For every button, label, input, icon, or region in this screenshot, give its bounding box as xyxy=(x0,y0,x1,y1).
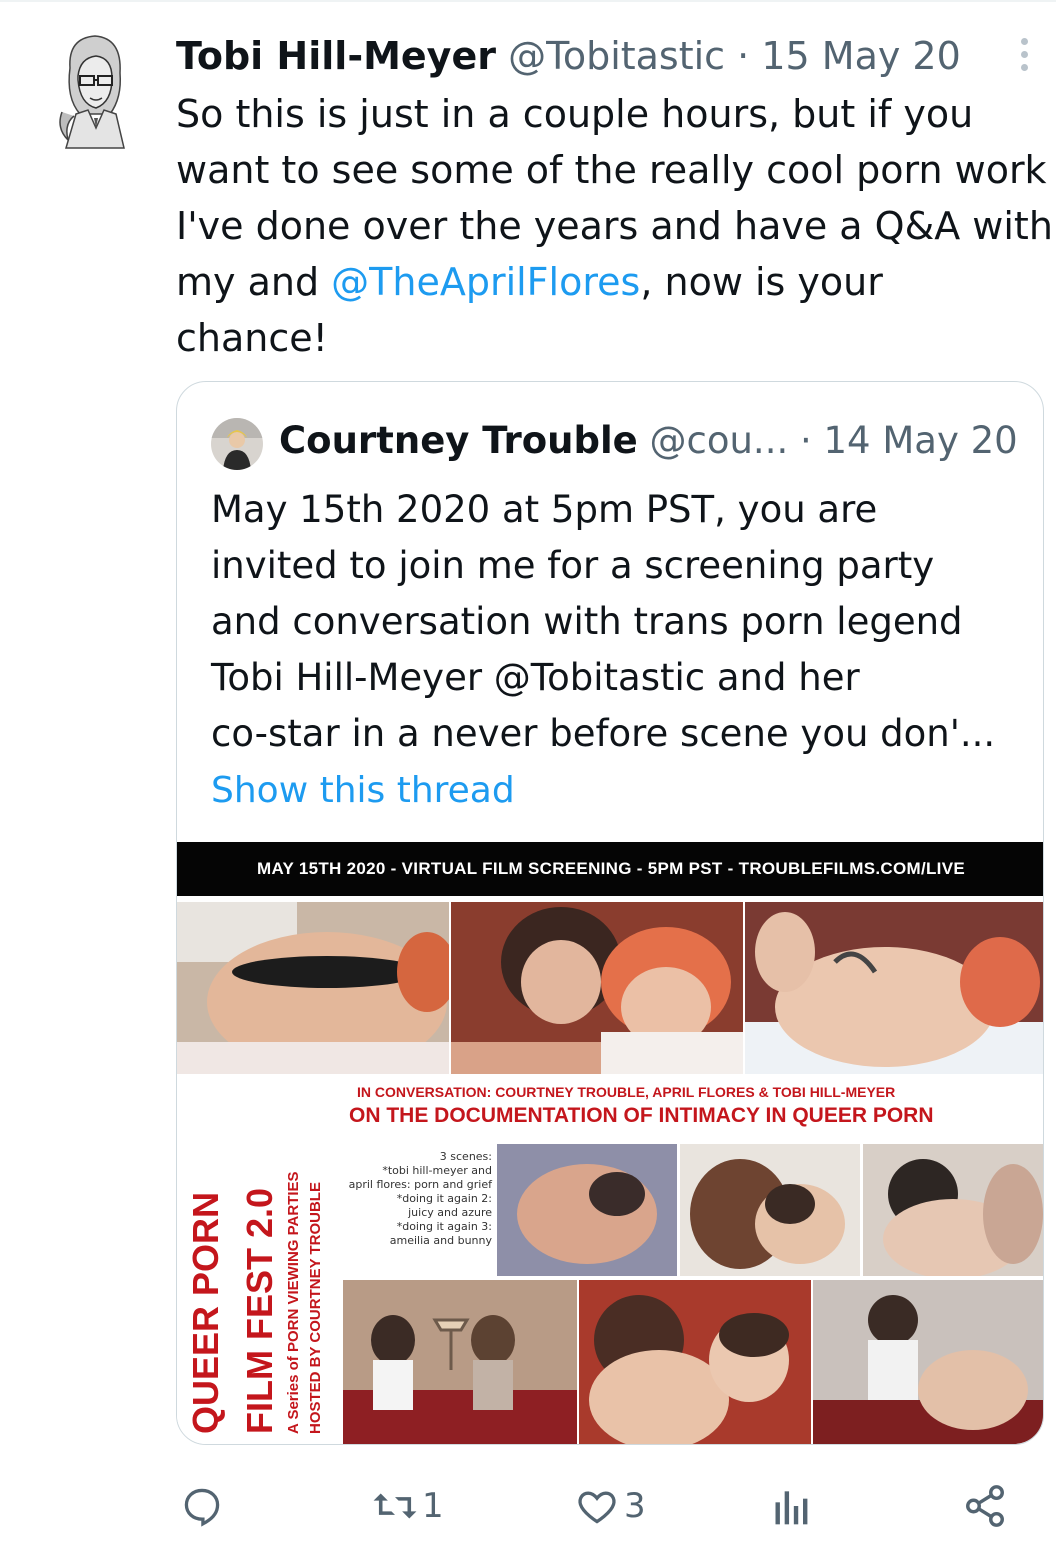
scene-line: ameilia and bunny xyxy=(389,1234,492,1247)
photo-panel xyxy=(579,1280,811,1444)
quoted-author-avatar[interactable] xyxy=(211,418,263,470)
poster-banner: MAY 15TH 2020 - VIRTUAL FILM SCREENING -… xyxy=(177,842,1043,896)
photo-panel xyxy=(177,902,449,1074)
tweet-date[interactable]: 15 May 20 xyxy=(761,34,960,78)
quoted-header-separator: · xyxy=(799,419,812,462)
analytics-icon xyxy=(772,1484,812,1528)
quoted-tweet-header: Courtney Trouble @cou... · 14 May 20 xyxy=(279,416,1018,466)
analytics-button[interactable] xyxy=(772,1478,812,1534)
poster-headline: ON THE DOCUMENTATION OF INTIMACY IN QUEE… xyxy=(349,1104,934,1127)
poster-body: QUEER PORN FILM FEST 2.0 A Series of POR… xyxy=(177,1074,1043,1444)
photo-panel xyxy=(863,1144,1043,1276)
photo-panel xyxy=(813,1280,1043,1444)
scene-line: *tobi hill-meyer and xyxy=(382,1164,492,1177)
scene-line: april flores: porn and grief xyxy=(348,1178,492,1191)
like-count: 3 xyxy=(624,1486,646,1526)
like-button[interactable]: 3 xyxy=(574,1478,646,1534)
tweet-header: Tobi Hill-Meyer @Tobitastic · 15 May 20 xyxy=(176,30,961,82)
quoted-tweet-date[interactable]: 14 May 20 xyxy=(824,419,1018,462)
photo-panel xyxy=(343,1280,577,1444)
photo-panel xyxy=(497,1144,677,1276)
author-name[interactable]: Tobi Hill-Meyer xyxy=(176,34,496,78)
quoted-text-line: co-star in a never before scene you don'… xyxy=(211,712,996,755)
share-icon xyxy=(962,1483,1008,1529)
header-separator: · xyxy=(737,34,750,78)
reply-button[interactable] xyxy=(180,1478,224,1534)
photo-panel xyxy=(451,902,743,1074)
tweet-action-bar: 1 3 xyxy=(0,1478,1056,1534)
reply-icon xyxy=(180,1484,224,1528)
scene-line: *doing it again 2: xyxy=(396,1192,492,1205)
scene-line: *doing it again 3: xyxy=(396,1220,492,1233)
share-button[interactable] xyxy=(962,1478,1008,1534)
author-handle[interactable]: @Tobitastic xyxy=(508,34,725,78)
retweet-icon xyxy=(370,1484,420,1528)
tweet-text-line: want to see some of the really cool porn… xyxy=(176,148,1047,192)
tweet-text-line: my and @TheAprilFlores, now is your xyxy=(176,254,1056,310)
quoted-text-line: Tobi Hill-Meyer @Tobitastic and her xyxy=(211,656,860,699)
mention-link[interactable]: @TheAprilFlores xyxy=(331,260,640,304)
quoted-text-line: invited to join me for a screening party xyxy=(211,544,935,587)
tweet-text-line: chance! xyxy=(176,316,328,360)
tweet-text: So this is just in a couple hours, but i… xyxy=(176,86,1056,366)
quoted-author-handle[interactable]: @cou... xyxy=(650,419,789,462)
poster-scenes-list: 3 scenes: *tobi hill-meyer and april flo… xyxy=(337,1150,492,1248)
poster-subtitle-line1: A Series of PORN VIEWING PARTIES xyxy=(285,1171,302,1434)
quoted-author-name[interactable]: Courtney Trouble xyxy=(279,419,638,462)
tweet-text-fragment: my and xyxy=(176,260,332,304)
quoted-text-line: May 15th 2020 at 5pm PST, you are xyxy=(211,488,878,531)
poster-title-line1: QUEER PORN xyxy=(185,1191,226,1434)
author-avatar[interactable] xyxy=(40,28,140,158)
poster-image[interactable]: MAY 15TH 2020 - VIRTUAL FILM SCREENING -… xyxy=(177,842,1043,1444)
heart-icon xyxy=(574,1484,620,1528)
tweet-text-fragment: , now is your xyxy=(640,260,883,304)
quoted-tweet-card[interactable]: Courtney Trouble @cou... · 14 May 20 May… xyxy=(176,381,1044,1445)
poster-subtitle-line2: HOSTED BY COURTNEY TROUBLE xyxy=(307,1182,324,1434)
more-options-icon[interactable] xyxy=(1010,38,1038,78)
retweet-button[interactable]: 1 xyxy=(370,1478,444,1534)
top-divider xyxy=(0,0,1056,2)
photo-panel xyxy=(745,902,1043,1074)
tweet-text-line: I've done over the years and have a Q&A … xyxy=(176,204,1053,248)
scene-line: juicy and azure xyxy=(408,1206,492,1219)
show-thread-link[interactable]: Show this thread xyxy=(211,766,515,816)
retweet-count: 1 xyxy=(422,1486,444,1526)
quoted-tweet-text: May 15th 2020 at 5pm PST, you are invite… xyxy=(211,482,1031,762)
photo-panel xyxy=(680,1144,860,1276)
poster-conversation: IN CONVERSATION: COURTNEY TROUBLE, APRIL… xyxy=(357,1084,896,1100)
quoted-text-line: and conversation with trans porn legend xyxy=(211,600,963,643)
poster-title-line2: FILM FEST 2.0 xyxy=(239,1187,280,1434)
tweet-text-line: So this is just in a couple hours, but i… xyxy=(176,92,974,136)
scene-line: 3 scenes: xyxy=(439,1150,492,1163)
